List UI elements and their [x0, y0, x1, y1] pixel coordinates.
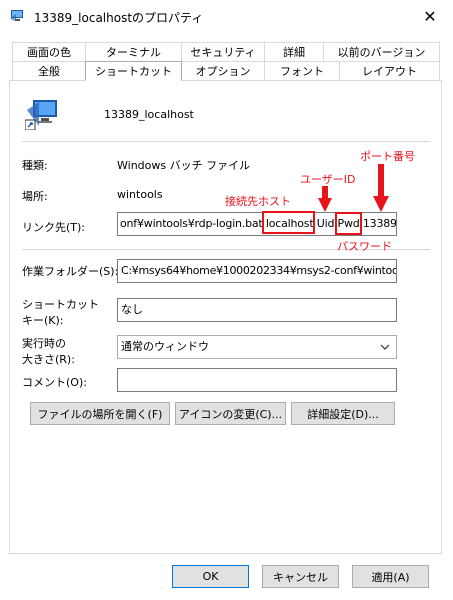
tabs-row-top: 画面の色 ターミナル セキュリティ 詳細 以前のバージョン — [12, 42, 440, 61]
userid-annotation: ユーザーID — [300, 173, 356, 186]
hotkey-value: なし — [121, 303, 143, 316]
type-value: Windows バッチ ファイル — [117, 159, 251, 172]
run-label-line1: 実行時の — [22, 337, 66, 350]
hotkey-label-line2: キー(K): — [22, 314, 64, 327]
userid-arrow-icon — [318, 186, 332, 212]
change-icon-button[interactable]: アイコンの変更(C)... — [175, 402, 286, 425]
tabs-row-bottom: 全般 ショートカット オプション フォント レイアウト — [12, 61, 440, 81]
remote-desktop-icon — [25, 100, 57, 130]
open-file-location-button[interactable]: ファイルの場所を開く(F) — [30, 402, 170, 425]
workdir-input[interactable]: C:¥msys64¥home¥1000202334¥msys2-conf¥win… — [117, 259, 397, 283]
tab-options[interactable]: オプション — [181, 61, 265, 80]
tab-shortcut[interactable]: ショートカット — [85, 61, 182, 81]
separator — [22, 141, 430, 142]
close-button[interactable]: ✕ — [407, 0, 453, 32]
target-uid: Uid — [313, 217, 338, 230]
target-label: リンク先(T): — [22, 221, 86, 234]
tab-general[interactable]: 全般 — [12, 61, 86, 80]
hotkey-input[interactable]: なし — [117, 298, 397, 322]
port-arrow-icon — [373, 164, 389, 212]
type-label: 種類: — [22, 159, 48, 172]
tab-layout[interactable]: レイアウト — [339, 61, 440, 80]
tab-font[interactable]: フォント — [264, 61, 340, 80]
shortcut-name: 13389_localhost — [104, 108, 194, 121]
chevron-down-icon — [380, 336, 390, 358]
advanced-settings-button[interactable]: 詳細設定(D)... — [291, 402, 395, 425]
run-size-select[interactable]: 通常のウィンドウ — [117, 335, 397, 359]
run-size-value: 通常のウィンドウ — [121, 340, 209, 353]
tab-details[interactable]: 詳細 — [264, 42, 324, 61]
window-title: 13389_localhostのプロパティ — [34, 11, 204, 25]
comment-label: コメント(O): — [22, 376, 87, 389]
title-bar: 13389_localhostのプロパティ ✕ — [0, 0, 453, 32]
location-label: 場所: — [22, 190, 48, 203]
location-value: wintools — [117, 188, 163, 201]
apply-button[interactable]: 適用(A) — [352, 565, 429, 588]
target-port: 13389 — [359, 217, 397, 230]
close-icon: ✕ — [423, 6, 437, 26]
cancel-button[interactable]: キャンセル — [262, 565, 339, 588]
hotkey-label-line1: ショートカット — [22, 298, 99, 311]
tab-terminal[interactable]: ターミナル — [85, 42, 182, 61]
host-annotation: 接続先ホスト — [225, 195, 291, 208]
port-annotation: ポート番号 — [360, 150, 415, 163]
ok-button[interactable]: OK — [172, 565, 249, 588]
tab-previous-versions[interactable]: 以前のバージョン — [323, 42, 440, 61]
comment-input[interactable] — [117, 368, 397, 392]
run-label-line2: 大きさ(R): — [22, 353, 75, 366]
password-annotation: パスワード — [337, 240, 392, 253]
workdir-label: 作業フォルダー(S): — [22, 265, 119, 278]
workdir-value: C:¥msys64¥home¥1000202334¥msys2-conf¥win… — [121, 264, 397, 277]
password-highlight-box — [335, 212, 362, 235]
tab-screen-color[interactable]: 画面の色 — [12, 42, 86, 61]
host-highlight-box — [262, 211, 315, 234]
target-prefix: onf¥wintools¥rdp-login.bat — [120, 217, 266, 230]
app-icon — [10, 10, 23, 21]
tab-security[interactable]: セキュリティ — [181, 42, 265, 61]
